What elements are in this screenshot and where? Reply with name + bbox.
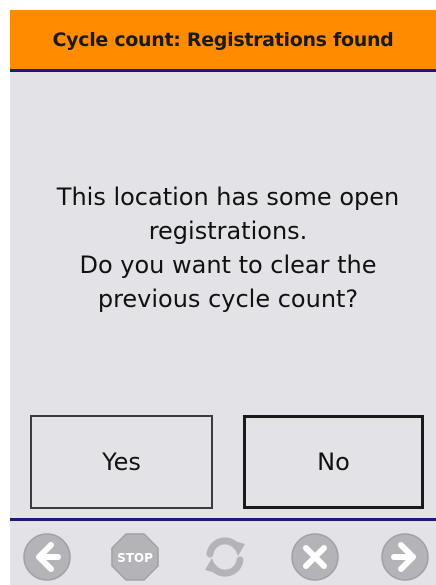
forward-arrow-icon[interactable]	[380, 532, 430, 582]
no-button-label: No	[317, 448, 350, 476]
dialog-message: This location has some open registration…	[56, 183, 400, 313]
stop-label: STOP	[117, 551, 153, 565]
refresh-icon[interactable]	[200, 532, 250, 582]
back-arrow-icon[interactable]	[22, 532, 72, 582]
cancel-icon[interactable]	[290, 532, 340, 582]
header-bar: Cycle count: Registrations found	[10, 10, 436, 72]
yes-button[interactable]: Yes	[30, 415, 213, 509]
dialog-panel: This location has some open registration…	[10, 72, 436, 518]
page-title: Cycle count: Registrations found	[52, 28, 394, 51]
yes-button-label: Yes	[102, 448, 141, 476]
stop-icon[interactable]: STOP	[110, 532, 160, 582]
footer-toolbar: STOP	[10, 518, 436, 585]
no-button[interactable]: No	[243, 415, 424, 509]
